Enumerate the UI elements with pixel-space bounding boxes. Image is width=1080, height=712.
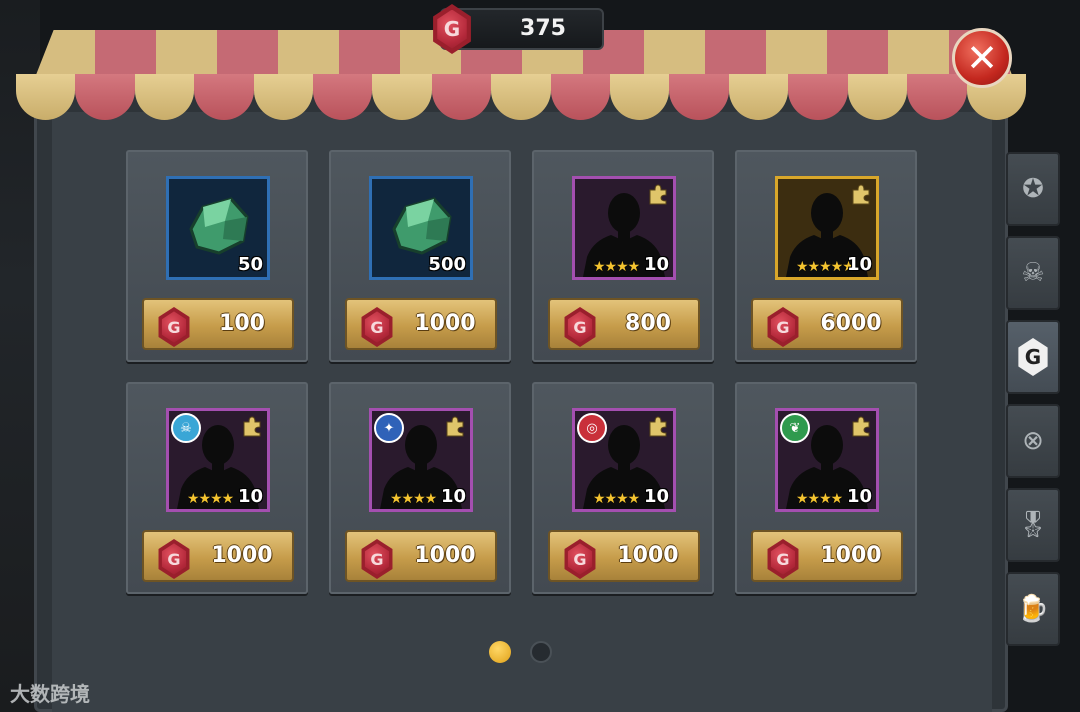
g-gem-icon: G <box>564 307 596 347</box>
puzzle-piece-icon <box>647 183 669 205</box>
item-quantity: 10 <box>846 486 872 507</box>
hero-fragment-item[interactable]: ★★★★ ☠ 10 <box>166 408 270 512</box>
g-gem-icon: G <box>564 539 596 579</box>
buy-button[interactable]: G 1000 <box>345 298 497 350</box>
g-gem-icon: G <box>767 307 799 347</box>
star-rating: ★★★★★ <box>796 259 855 275</box>
skull-faction-icon: ☠ <box>171 413 201 443</box>
buy-button[interactable]: G 1000 <box>751 530 903 582</box>
hero-fragment-item[interactable]: ★★★★★ 10 <box>775 176 879 280</box>
puzzle-piece-icon <box>241 415 263 437</box>
puzzle-piece-icon <box>647 415 669 437</box>
cross-circle-icon: ⊗ <box>1022 426 1044 456</box>
buy-button[interactable]: G 800 <box>548 298 700 350</box>
buy-button[interactable]: G 1000 <box>345 530 497 582</box>
side-tab-skull-badge[interactable]: ☠ <box>1006 236 1060 310</box>
price-label: 1000 <box>820 543 882 568</box>
beer-mug-icon: 🍺 <box>1016 594 1050 624</box>
price-label: 1000 <box>414 543 476 568</box>
shop-item-card[interactable]: ★★★★ ❦ 10 G 1000 <box>735 382 917 594</box>
shop-item-card[interactable]: ★★★★ ✦ 10 G 1000 <box>329 382 511 594</box>
shop-item-card[interactable]: ★★★★ ☠ 10 G 1000 <box>126 382 308 594</box>
puzzle-piece-icon <box>444 415 466 437</box>
shop-item-card[interactable]: ★★★★ 10 G 800 <box>532 150 714 362</box>
side-tab-emblem[interactable]: ✪ <box>1006 152 1060 226</box>
buy-button[interactable]: G 6000 <box>751 298 903 350</box>
emblem-icon: ✪ <box>1022 174 1044 204</box>
g-gem-icon: G <box>767 539 799 579</box>
buy-button[interactable]: G 1000 <box>142 530 294 582</box>
g-currency-icon: G <box>1018 338 1048 376</box>
price-label: 1000 <box>211 543 273 568</box>
item-quantity: 10 <box>643 254 669 275</box>
g-gem-icon: G <box>158 307 190 347</box>
hero-fragment-item[interactable]: ★★★★ 10 <box>572 176 676 280</box>
item-quantity: 10 <box>643 486 669 507</box>
leaf-faction-icon: ❦ <box>780 413 810 443</box>
price-label: 6000 <box>820 311 882 336</box>
side-tab-beer-mug[interactable]: 🍺 <box>1006 572 1060 646</box>
g-gem-icon: G <box>361 539 393 579</box>
g-gem-icon: G <box>158 539 190 579</box>
star-rating: ★★★★ <box>796 491 843 507</box>
side-tab-cross-circle[interactable]: ⊗ <box>1006 404 1060 478</box>
shop-item-card[interactable]: ★★★★★ 10 G 6000 <box>735 150 917 362</box>
shop-item-card[interactable]: ★★★★ ◎ 10 G 1000 <box>532 382 714 594</box>
side-tab-g-currency[interactable]: G <box>1006 320 1060 394</box>
puzzle-piece-icon <box>850 183 872 205</box>
buy-button[interactable]: G 1000 <box>548 530 700 582</box>
price-label: 800 <box>625 311 671 336</box>
item-quantity: 500 <box>428 254 466 275</box>
skull-badge-icon: ☠ <box>1021 258 1045 288</box>
ore-item[interactable]: 500 <box>369 176 473 280</box>
side-tab-medal[interactable]: 🎖 <box>1006 488 1060 562</box>
price-label: 1000 <box>414 311 476 336</box>
item-quantity: 10 <box>440 486 466 507</box>
star-rating: ★★★★ <box>390 491 437 507</box>
awning-scallops <box>16 74 1026 120</box>
page-dot-1[interactable] <box>489 641 511 663</box>
star-rating: ★★★★ <box>187 491 234 507</box>
item-quantity: 10 <box>237 486 263 507</box>
price-label: 100 <box>219 311 265 336</box>
target-faction-icon: ◎ <box>577 413 607 443</box>
shop-item-card[interactable]: 50 G 100 <box>126 150 308 362</box>
item-quantity: 10 <box>846 254 872 275</box>
item-quantity: 50 <box>237 254 263 275</box>
buy-button[interactable]: G 100 <box>142 298 294 350</box>
star-rating: ★★★★ <box>593 259 640 275</box>
ore-item[interactable]: 50 <box>166 176 270 280</box>
hero-fragment-item[interactable]: ★★★★ ❦ 10 <box>775 408 879 512</box>
g-gem-icon: G <box>361 307 393 347</box>
close-icon: ✕ <box>966 36 998 80</box>
wings-faction-icon: ✦ <box>374 413 404 443</box>
hero-fragment-item[interactable]: ★★★★ ◎ 10 <box>572 408 676 512</box>
shop-item-card[interactable]: 500 G 1000 <box>329 150 511 362</box>
puzzle-piece-icon <box>850 415 872 437</box>
hero-fragment-item[interactable]: ★★★★ ✦ 10 <box>369 408 473 512</box>
price-label: 1000 <box>617 543 679 568</box>
currency-display: G 375 <box>433 4 604 54</box>
medal-icon: 🎖 <box>1016 510 1050 540</box>
star-rating: ★★★★ <box>593 491 640 507</box>
page-dot-2[interactable] <box>530 641 552 663</box>
watermark: 大数跨境 <box>10 682 90 706</box>
close-button[interactable]: ✕ <box>952 28 1012 88</box>
currency-amount: 375 <box>520 16 566 41</box>
